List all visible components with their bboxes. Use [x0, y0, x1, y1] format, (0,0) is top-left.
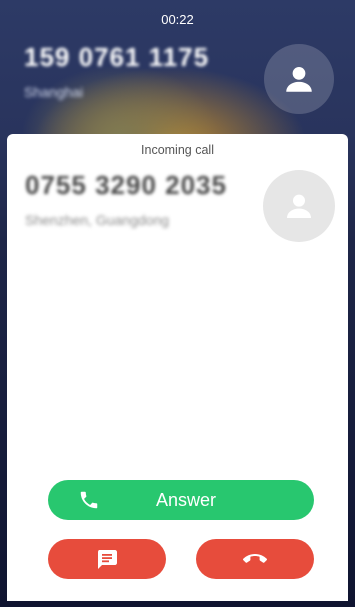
decline-button[interactable]	[196, 539, 314, 579]
person-icon	[287, 194, 311, 218]
call-timer: 00:22	[161, 12, 194, 27]
active-call-avatar	[264, 44, 334, 114]
caller-number: 0755 3290 2035	[25, 170, 227, 200]
answer-button[interactable]: Answer	[48, 480, 314, 520]
caller-avatar	[263, 170, 335, 242]
person-icon	[286, 66, 312, 92]
hang-up-icon	[243, 554, 267, 563]
incoming-call-card: Incoming call 0755 3290 2035 Shenzhen, G…	[7, 134, 348, 601]
caller-location: Shenzhen, Guangdong	[25, 212, 170, 228]
active-call-number: 159 0761 1175	[24, 42, 210, 72]
message-icon	[98, 550, 117, 569]
reply-message-button[interactable]	[48, 539, 166, 579]
incoming-call-header: Incoming call	[141, 143, 214, 157]
active-call-location: Shanghai	[24, 84, 84, 100]
answer-label: Answer	[155, 489, 217, 510]
phone-icon	[80, 491, 98, 509]
